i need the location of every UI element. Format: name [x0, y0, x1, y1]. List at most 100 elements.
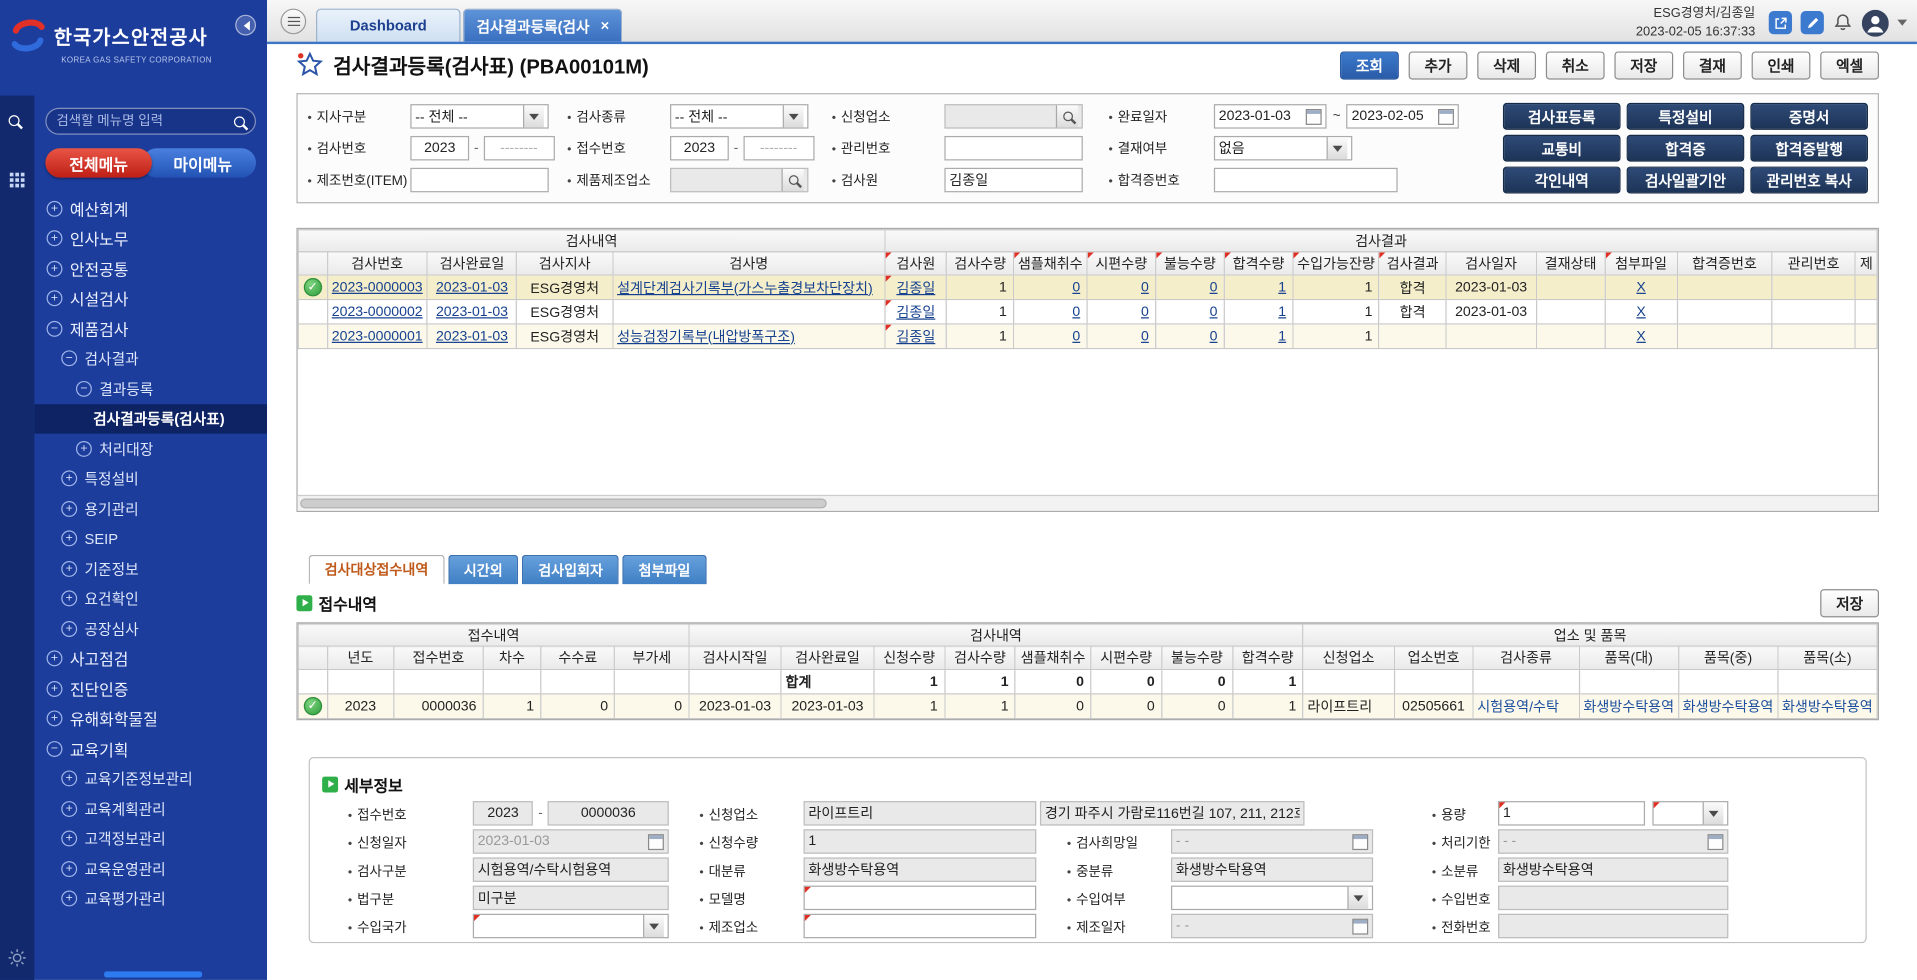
cell-link[interactable]: 김종일	[896, 306, 935, 321]
lower-tab-1[interactable]: 시간외	[448, 555, 519, 584]
sidebar-item[interactable]: +기준정보	[34, 554, 267, 584]
calendar-icon[interactable]	[1708, 834, 1724, 850]
expand-icon[interactable]: +	[47, 261, 63, 277]
sidebar-item[interactable]: +용기관리	[34, 494, 267, 524]
cell-link[interactable]: 2023-0000003	[332, 280, 423, 295]
sidebar-item[interactable]: +사고점검	[34, 644, 267, 674]
cell-link[interactable]: 2023-01-03	[436, 304, 508, 319]
expand-icon[interactable]: +	[61, 861, 77, 877]
sidebar-item[interactable]: +예산회계	[34, 194, 267, 224]
search-icon[interactable]	[9, 115, 20, 126]
my-menu-button[interactable]: 마이메뉴	[142, 148, 256, 177]
cell-link[interactable]: 김종일	[896, 330, 935, 345]
text-field[interactable]: --------	[483, 136, 554, 160]
table-row[interactable]: 2023-00000012023-01-03ESG경영처성능검정기록부(내압방폭…	[298, 324, 1877, 348]
panel-button-관리번호 복사[interactable]: 관리번호 복사	[1750, 167, 1868, 194]
search-field[interactable]	[944, 104, 1082, 128]
sidebar-item[interactable]: −결과등록	[34, 374, 267, 404]
calendar-icon[interactable]	[648, 834, 664, 850]
favorite-star-icon[interactable]	[296, 51, 323, 78]
expand-icon[interactable]: +	[47, 231, 63, 247]
scrollbar-thumb[interactable]	[300, 499, 827, 509]
table-row[interactable]: 2023-00000022023-01-03ESG경영처김종일100011합격2…	[298, 299, 1877, 323]
cell-link[interactable]: 0	[1141, 329, 1149, 344]
panel-button-각인내역[interactable]: 각인내역	[1503, 167, 1621, 194]
lower-tab-3[interactable]: 첨부파일	[623, 555, 707, 584]
all-menu-button[interactable]: 전체메뉴	[45, 148, 152, 177]
expand-icon[interactable]: +	[47, 651, 63, 667]
search-icon[interactable]	[234, 116, 245, 127]
cell-link[interactable]: 2023-0000001	[332, 329, 423, 344]
cell-link[interactable]: 0	[1072, 329, 1080, 344]
sidebar-item[interactable]: +인사노무	[34, 224, 267, 254]
menu-toggle-icon[interactable]	[281, 9, 307, 35]
horizontal-scrollbar[interactable]	[298, 495, 1878, 511]
select-field[interactable]	[1171, 886, 1373, 910]
date-field[interactable]: 2023-02-05	[1347, 104, 1460, 128]
panel-button-증명서[interactable]: 증명서	[1750, 103, 1868, 130]
sidebar-item[interactable]: +안전공통	[34, 254, 267, 284]
edit-icon[interactable]	[1801, 11, 1824, 34]
action-button-2[interactable]: 삭제	[1477, 51, 1536, 79]
text-field[interactable]: --------	[743, 136, 814, 160]
sidebar-item[interactable]: +교육계획관리	[34, 794, 267, 824]
cell-link[interactable]: 1	[1278, 329, 1286, 344]
sidebar-item[interactable]: −검사결과	[34, 344, 267, 374]
expand-icon[interactable]: +	[61, 831, 77, 847]
sidebar-item[interactable]: +교육운영관리	[34, 854, 267, 884]
date-field[interactable]: - -	[1171, 914, 1373, 938]
sidebar-collapse-button[interactable]	[235, 15, 256, 36]
sidebar-item[interactable]: −제품검사	[34, 314, 267, 344]
panel-button-검사일괄기안[interactable]: 검사일괄기안	[1627, 167, 1745, 194]
expand-icon[interactable]: +	[47, 681, 63, 697]
menu-search-box[interactable]	[45, 108, 256, 135]
cell-link[interactable]: 1	[1278, 304, 1286, 319]
chevron-down-icon[interactable]	[1897, 20, 1907, 31]
sidebar-item[interactable]: +특정설비	[34, 464, 267, 494]
collapse-icon[interactable]: −	[47, 741, 63, 757]
expand-icon[interactable]: +	[47, 201, 63, 217]
cell-link[interactable]: 0	[1141, 280, 1149, 295]
tab-current[interactable]: 검사결과등록(검사×	[463, 9, 623, 42]
sidebar-item[interactable]: 검사결과등록(검사표)	[34, 404, 267, 434]
cell-link[interactable]: 0	[1072, 304, 1080, 319]
expand-icon[interactable]: +	[61, 801, 77, 817]
action-button-0[interactable]: 조회	[1340, 51, 1399, 79]
calendar-icon[interactable]	[1352, 918, 1368, 934]
sidebar-scrollbar[interactable]	[104, 971, 202, 977]
sidebar-item[interactable]: +SEIP	[34, 524, 267, 554]
notification-bell-icon[interactable]	[1832, 12, 1853, 33]
expand-icon[interactable]: +	[61, 591, 77, 607]
cell-link[interactable]: X	[1636, 329, 1645, 344]
dropdown-arrow-icon[interactable]	[643, 915, 664, 937]
expand-icon[interactable]: +	[47, 711, 63, 727]
collapse-icon[interactable]: −	[76, 381, 92, 397]
cell-link[interactable]: 2023-01-03	[436, 280, 508, 295]
calendar-icon[interactable]	[1306, 108, 1322, 124]
select-field[interactable]: -- 전체 --	[410, 104, 548, 128]
expand-icon[interactable]: +	[61, 501, 77, 517]
expand-icon[interactable]: +	[61, 771, 77, 787]
calendar-icon[interactable]	[1439, 108, 1455, 124]
sidebar-item[interactable]: +처리대장	[34, 434, 267, 464]
sidebar-item[interactable]: −교육기획	[34, 734, 267, 764]
expand-icon[interactable]: +	[61, 531, 77, 547]
lower-tab-2[interactable]: 검사입회자	[522, 555, 619, 584]
calendar-icon[interactable]	[1352, 834, 1368, 850]
expand-icon[interactable]: +	[61, 891, 77, 907]
action-button-3[interactable]: 취소	[1546, 51, 1605, 79]
save-button[interactable]: 저장	[1820, 589, 1879, 617]
lower-tab-0[interactable]: 검사대상접수내역	[309, 555, 445, 584]
expand-icon[interactable]: +	[76, 441, 92, 457]
gear-icon[interactable]	[7, 948, 27, 968]
sidebar-item[interactable]: +고객정보관리	[34, 824, 267, 854]
dropdown-arrow-icon[interactable]	[1347, 887, 1368, 909]
action-button-5[interactable]: 결재	[1683, 51, 1742, 79]
cell-link[interactable]: 2023-01-03	[436, 329, 508, 344]
panel-button-합격증[interactable]: 합격증	[1627, 135, 1745, 162]
expand-icon[interactable]: +	[61, 471, 77, 487]
collapse-icon[interactable]: −	[61, 351, 77, 367]
cell-link[interactable]: 김종일	[896, 281, 935, 296]
cell-link[interactable]: 성능검정기록부(내압방폭구조)	[617, 330, 795, 345]
dropdown-arrow-icon[interactable]	[523, 105, 544, 127]
